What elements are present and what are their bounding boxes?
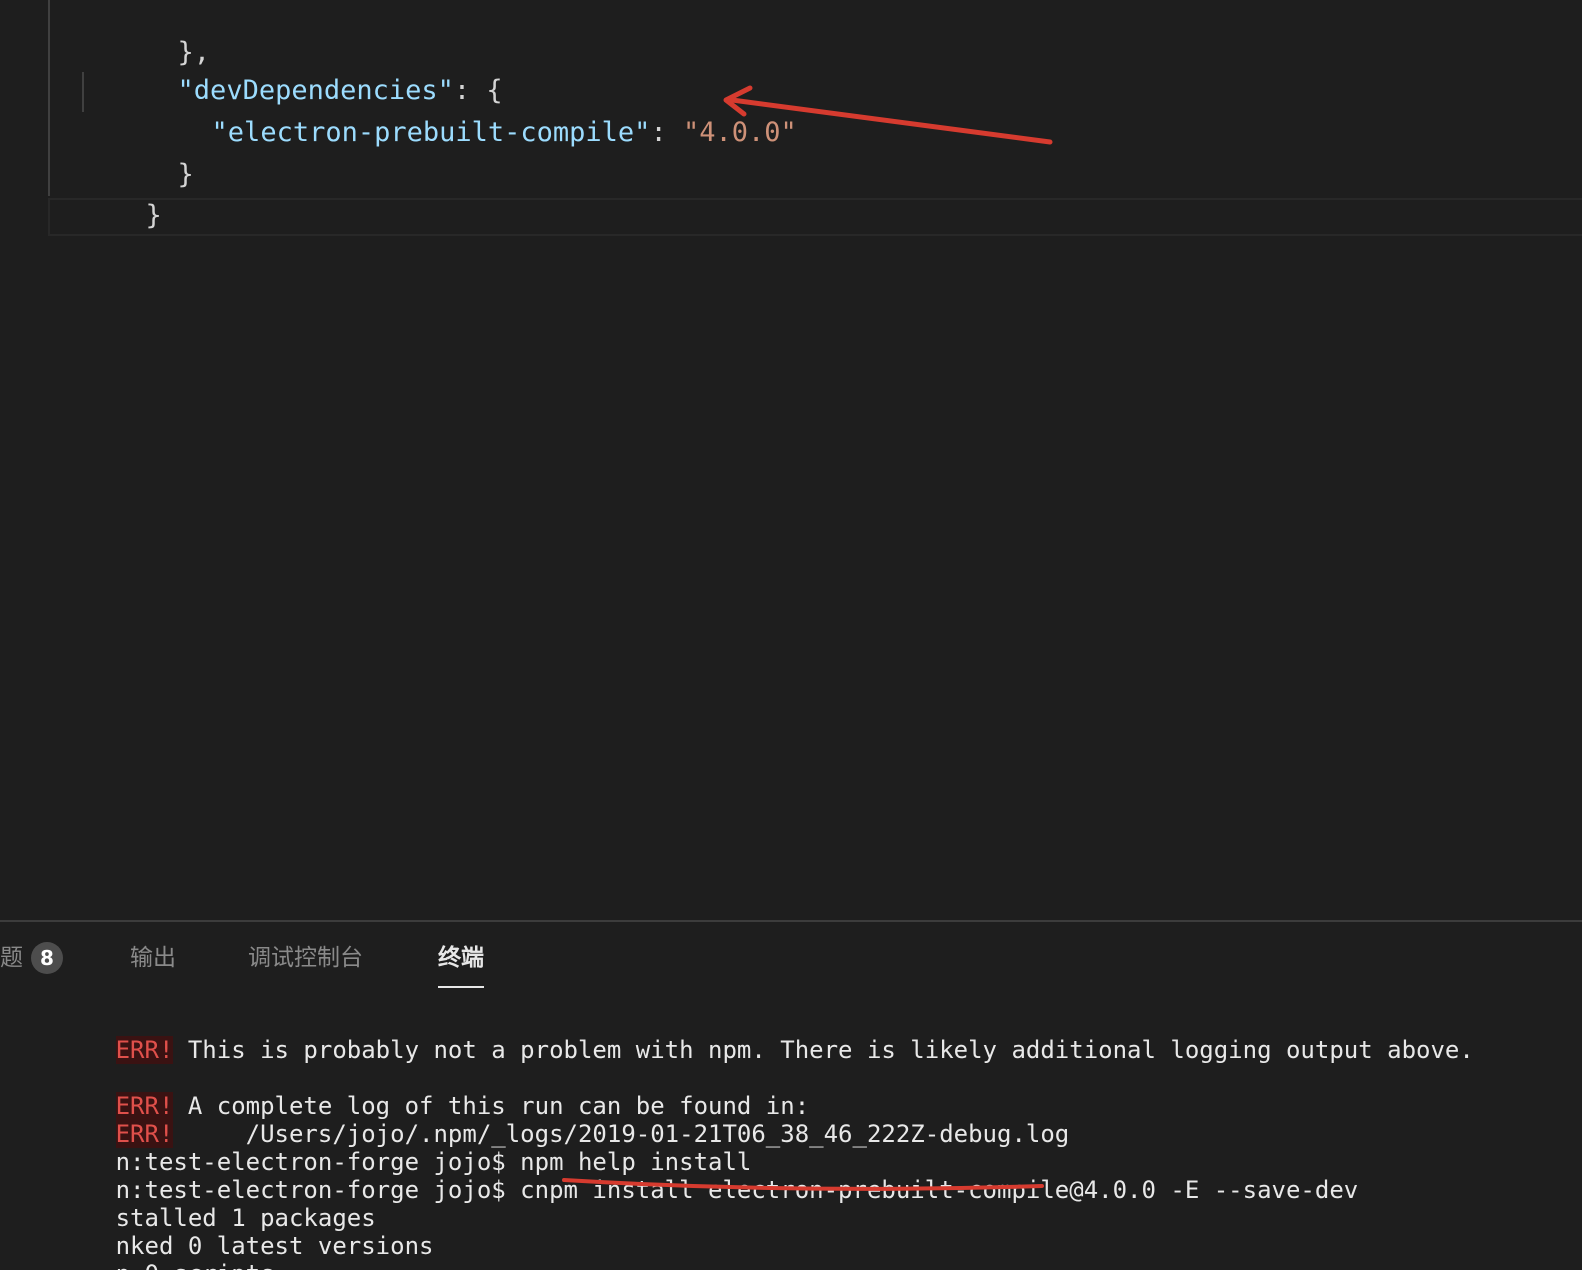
tab-debug-console-label: 调试控制台 [248,945,363,971]
terminal-line-text: This is probably not a problem with npm.… [173,1036,1474,1064]
vscode-window: }, "devDependencies": { "electron-prebui… [0,0,1582,1270]
code-line: "electron-prebuilt-compile": "4.0.0" [114,70,797,148]
tab-terminal-label: 终端 [438,945,484,971]
tab-debug-console[interactable]: 调试控制台 [248,942,363,974]
err-tag: ERR! [115,1036,174,1064]
terminal-line: n 0 scripts [0,1232,275,1270]
code-editor[interactable]: }, "devDependencies": { "electron-prebui… [0,0,1582,920]
terminal-line-text: n 0 scripts [116,1260,275,1270]
problems-count-badge: 8 [31,942,63,974]
json-colon: : [650,117,683,148]
tab-output-label: 输出 [130,945,176,971]
close-brace: } [177,159,194,190]
terminal-line: ERR! This is probably not a problem with… [0,1008,1474,1064]
tab-terminal[interactable]: 终端 [438,942,484,988]
terminal-line: nked 0 latest versions [0,1204,434,1260]
tab-problems[interactable]: 题8 [0,942,63,974]
active-tab-indicator [438,986,484,988]
code-line: } [48,153,162,231]
code-line: "devDependencies": { [80,28,503,106]
current-line-highlight[interactable] [48,198,1582,236]
bottom-panel: 题8 输出 调试控制台 终端 ERR! This is probably not… [0,920,1582,1270]
terminal-line: n:test-electron-forge jojo$ cnpm install… [0,1148,1359,1204]
json-key-electron-prebuilt-compile: "electron-prebuilt-compile" [211,117,651,148]
tab-output[interactable]: 输出 [130,942,176,974]
tab-problems-label: 题 [0,945,23,971]
terminal-line: ERR! /Users/jojo/.npm/_logs/2019-01-21T0… [0,1092,1069,1148]
terminal-line: stalled 1 packages [0,1176,376,1232]
terminal-line: ERR! A complete log of this run can be f… [0,1064,809,1120]
terminal-line: n:test-electron-forge jojo$ npm help ins… [0,1120,752,1176]
code-line: } [80,112,194,190]
json-value-version: "4.0.0" [682,117,797,148]
